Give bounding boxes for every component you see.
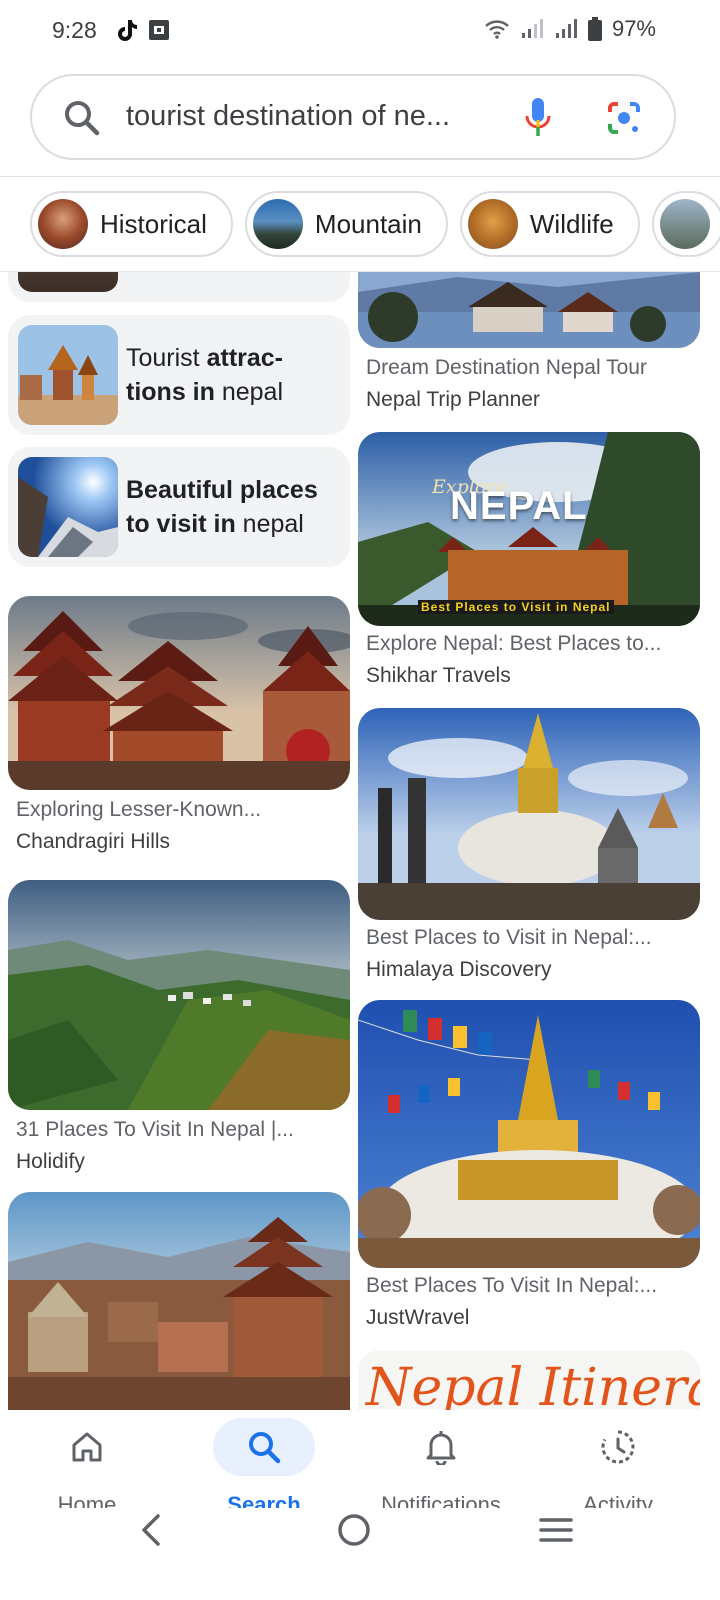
boudha-stupa-image (358, 1000, 700, 1268)
tiktok-icon (116, 18, 138, 42)
battery-icon (587, 17, 602, 41)
suggestion-text: Tourist attrac-tions in nepal (126, 344, 284, 406)
result-title[interactable]: Best Places To Visit In Nepal:... (366, 1274, 657, 1298)
suggestion-thumb (18, 457, 118, 557)
home-circle-icon[interactable] (336, 1512, 372, 1553)
media-app-icon (148, 18, 170, 42)
result-image-itinerary[interactable]: Nepal Itinerary (358, 1350, 700, 1410)
result-image-dream-destination[interactable] (358, 272, 700, 348)
bell-icon (426, 1431, 456, 1465)
search-query[interactable]: tourist destination of ne... (126, 100, 450, 133)
monastery-image (358, 272, 700, 348)
result-source: Nepal Trip Planner (366, 388, 540, 411)
image-overlay-title: NEPAL (450, 484, 588, 528)
mountain-thumb (252, 199, 303, 249)
suggestion-card-partial[interactable] (8, 272, 350, 302)
suggestion-tourist-attractions[interactable]: Tourist attrac-tions in nepal (8, 315, 350, 435)
result-image-holidify[interactable] (8, 880, 350, 1110)
rooftops-image (8, 1192, 350, 1410)
nav-notifications[interactable]: Notifications (366, 1418, 516, 1518)
search-icon (62, 98, 102, 143)
search-nav-icon (249, 1432, 281, 1464)
wildlife-thumb (467, 199, 518, 249)
mic-icon[interactable] (522, 96, 554, 145)
result-source: Himalaya Discovery (366, 958, 552, 981)
signal-icon-2 (554, 18, 578, 40)
chip-historical[interactable]: Historical (30, 191, 233, 257)
temple-image (8, 596, 350, 790)
result-source: JustWravel (366, 1306, 470, 1329)
chip-label: Wildlife (529, 208, 614, 239)
results-grid: Tourist attrac-tions in nepal Beautiful … (0, 272, 720, 1410)
stupa-image (358, 708, 700, 920)
system-navigation-bar (0, 1508, 720, 1600)
result-source: Chandragiri Hills (16, 830, 171, 853)
nav-search[interactable]: Search (189, 1418, 339, 1518)
suggestion-thumb (18, 325, 118, 425)
chip-mountain[interactable]: Mountain (244, 191, 448, 257)
search-bar[interactable]: tourist destination of ne... (30, 74, 676, 160)
suggestion-text: Beautiful places to visit in nepal (126, 476, 318, 538)
battery-level: 97% (611, 16, 656, 41)
historical-thumb (38, 199, 88, 249)
status-time: 9:28 (52, 17, 97, 43)
recents-icon[interactable] (538, 1514, 574, 1551)
result-image-justwravel[interactable] (358, 1000, 700, 1268)
chip-label: Historical (100, 208, 207, 239)
result-image-shikhar[interactable]: Explore NEPAL Best Places to Visit in Ne… (358, 432, 700, 626)
explore-nepal-image (358, 432, 700, 626)
chip-wildlife[interactable]: Wildlife (459, 191, 640, 257)
image-overlay-caption: Best Places to Visit in Nepal (418, 600, 614, 614)
result-title[interactable]: Explore Nepal: Best Places to... (366, 632, 661, 656)
wifi-icon (484, 18, 510, 40)
image-overlay-text: Nepal Itinerary (366, 1358, 700, 1410)
suggestion-beautiful-places[interactable]: Beautiful places to visit in nepal (8, 447, 350, 567)
result-source: Shikhar Travels (366, 664, 511, 687)
result-image-chandragiri[interactable] (8, 596, 350, 790)
suggestion-thumb (18, 272, 118, 292)
home-icon (72, 1432, 102, 1462)
result-image-patan[interactable] (8, 1192, 350, 1410)
nav-activity[interactable]: Activity (543, 1418, 693, 1518)
nav-home[interactable]: Home (12, 1418, 162, 1518)
bottom-navigation: Home Search Notifications Activity (0, 1410, 720, 1520)
lens-icon[interactable] (606, 100, 642, 141)
result-title[interactable]: Dream Destination Nepal Tour (366, 356, 647, 380)
result-source: Holidify (16, 1150, 85, 1173)
result-title[interactable]: Best Places to Visit in Nepal:... (366, 926, 652, 950)
chip-more[interactable] (651, 191, 720, 257)
signal-icon (520, 18, 544, 40)
filter-chips-bar: Historical Mountain Wildlife (0, 176, 720, 272)
chip-label: Mountain (314, 208, 422, 239)
back-icon[interactable] (136, 1512, 166, 1553)
hills-image (8, 880, 350, 1110)
more-thumb (659, 199, 710, 249)
result-title[interactable]: 31 Places To Visit In Nepal |... (16, 1118, 294, 1142)
result-title[interactable]: Exploring Lesser-Known... (16, 798, 261, 822)
activity-icon (601, 1430, 635, 1464)
result-image-himalaya-discovery[interactable] (358, 708, 700, 920)
status-bar: 9:28 97% (0, 0, 720, 62)
